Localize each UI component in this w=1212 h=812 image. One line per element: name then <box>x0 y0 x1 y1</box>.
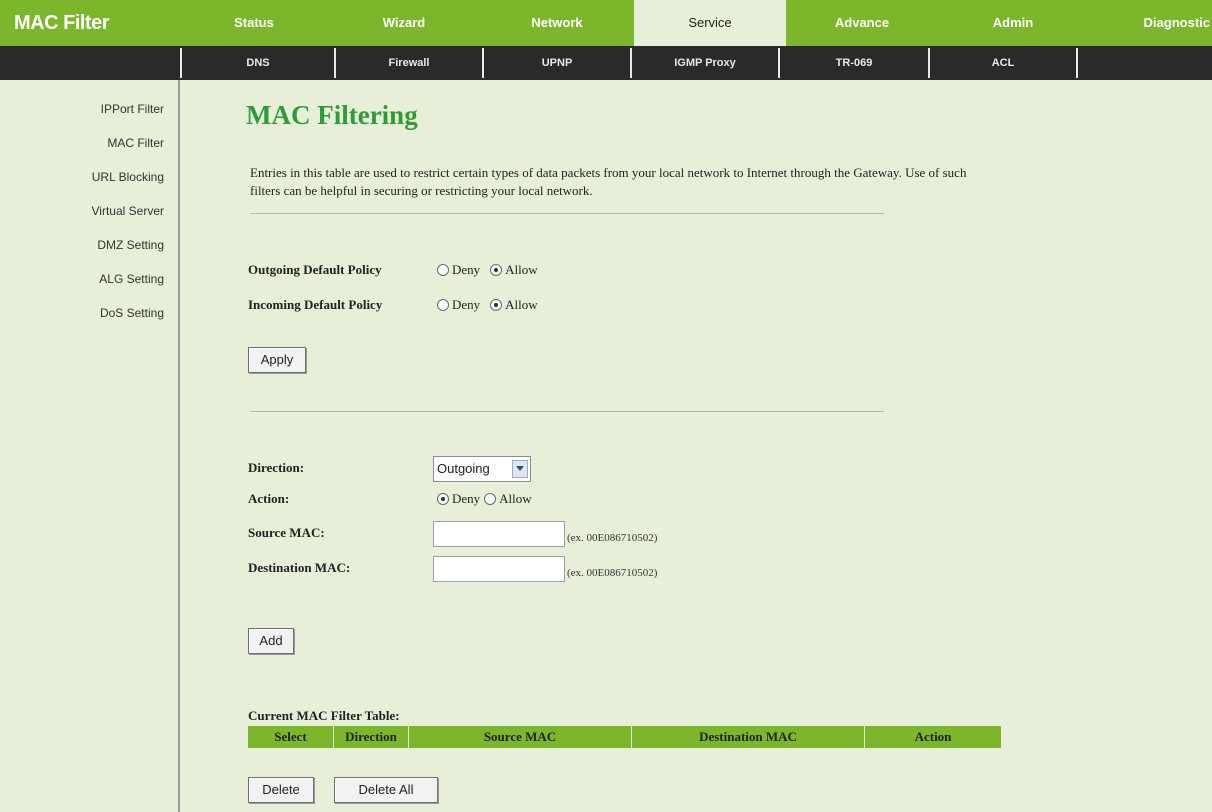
sidebar-item-url-blocking[interactable]: URL Blocking <box>92 170 164 184</box>
subtab-dns[interactable]: DNS <box>182 46 334 80</box>
incoming-deny-label: Deny <box>452 297 481 312</box>
apply-button[interactable]: Apply <box>248 347 306 373</box>
subtab-acl[interactable]: ACL <box>930 46 1076 80</box>
sidebar-item-mac-filter[interactable]: MAC Filter <box>107 136 164 150</box>
subtab-tr069[interactable]: TR-069 <box>780 46 928 80</box>
chevron-down-icon[interactable] <box>512 460 528 478</box>
column-header-direction: Direction <box>333 725 409 749</box>
direction-select[interactable]: Outgoing <box>433 456 531 482</box>
divider <box>250 411 884 412</box>
action-deny-label: Deny <box>452 491 481 506</box>
delete-button[interactable]: Delete <box>248 777 314 803</box>
tab-wizard[interactable]: Wizard <box>328 0 480 46</box>
destination-mac-input[interactable] <box>433 556 565 582</box>
table-title: Current MAC Filter Table: <box>248 708 400 723</box>
brand-title: MAC Filter <box>14 12 110 34</box>
outgoing-deny-option[interactable]: Deny <box>437 262 480 278</box>
sidebar-item-dos-setting[interactable]: DoS Setting <box>100 306 164 320</box>
incoming-allow-option[interactable]: Allow <box>490 297 538 313</box>
tab-advance[interactable]: Advance <box>786 0 938 46</box>
subtab-igmp-proxy[interactable]: IGMP Proxy <box>632 46 778 80</box>
tab-status[interactable]: Status <box>180 0 328 46</box>
column-header-action: Action <box>864 725 1002 749</box>
subtab-upnp[interactable]: UPNP <box>484 46 630 80</box>
divider <box>250 213 884 214</box>
outgoing-allow-option[interactable]: Allow <box>490 262 538 278</box>
column-header-destination-mac: Destination MAC <box>631 725 865 749</box>
delete-all-button[interactable]: Delete All <box>334 777 438 803</box>
radio-incoming-deny[interactable] <box>437 299 449 311</box>
subnav-divider <box>1076 48 1078 78</box>
page-description: Entries in this table are used to restri… <box>250 165 967 198</box>
sidebar-item-virtual-server[interactable]: Virtual Server <box>92 204 164 218</box>
source-mac-label: Source MAC: <box>248 525 325 540</box>
tab-service[interactable]: Service <box>634 0 786 46</box>
action-radios: Deny Allow <box>437 491 542 507</box>
incoming-policy-radios: Deny Allow <box>437 297 548 313</box>
subtab-firewall[interactable]: Firewall <box>336 46 482 80</box>
action-allow-option[interactable]: Allow <box>484 491 532 507</box>
incoming-policy-label: Incoming Default Policy <box>248 297 383 312</box>
outgoing-policy-label: Outgoing Default Policy <box>248 262 382 277</box>
outgoing-allow-label: Allow <box>505 262 538 277</box>
column-header-select: Select <box>247 725 334 749</box>
sidebar-item-dmz-setting[interactable]: DMZ Setting <box>97 238 164 252</box>
sidebar: IPPort Filter MAC Filter URL Blocking Vi… <box>0 80 180 812</box>
incoming-deny-option[interactable]: Deny <box>437 297 480 313</box>
radio-incoming-allow[interactable] <box>490 299 503 311</box>
action-allow-label: Allow <box>499 491 532 506</box>
direction-label: Direction: <box>248 460 305 475</box>
add-button[interactable]: Add <box>248 628 294 654</box>
sidebar-item-ipport-filter[interactable]: IPPort Filter <box>101 102 164 116</box>
mac-filter-table: Select Direction Source MAC Destination … <box>247 725 1002 749</box>
destination-mac-hint: (ex. 00E086710502) <box>567 567 658 579</box>
action-label: Action: <box>248 491 290 506</box>
source-mac-input[interactable] <box>433 521 565 547</box>
sidebar-item-alg-setting[interactable]: ALG Setting <box>99 272 164 286</box>
outgoing-deny-label: Deny <box>452 262 481 277</box>
radio-outgoing-allow[interactable] <box>490 264 503 276</box>
destination-mac-label: Destination MAC: <box>248 560 351 575</box>
column-header-source-mac: Source MAC <box>408 725 632 749</box>
radio-outgoing-deny[interactable] <box>437 264 449 276</box>
radio-action-deny[interactable] <box>437 493 449 505</box>
tab-network[interactable]: Network <box>480 0 634 46</box>
tab-admin[interactable]: Admin <box>938 0 1088 46</box>
table-header-row: Select Direction Source MAC Destination … <box>247 725 1002 749</box>
page-title: MAC Filtering <box>246 100 418 130</box>
outgoing-policy-radios: Deny Allow <box>437 262 548 278</box>
incoming-allow-label: Allow <box>505 297 538 312</box>
action-deny-option[interactable]: Deny <box>437 491 480 507</box>
source-mac-hint: (ex. 00E086710502) <box>567 532 658 544</box>
tab-diagnostic[interactable]: Diagnostic <box>1088 0 1212 46</box>
radio-action-allow[interactable] <box>484 493 497 505</box>
direction-select-value: Outgoing <box>437 461 490 476</box>
